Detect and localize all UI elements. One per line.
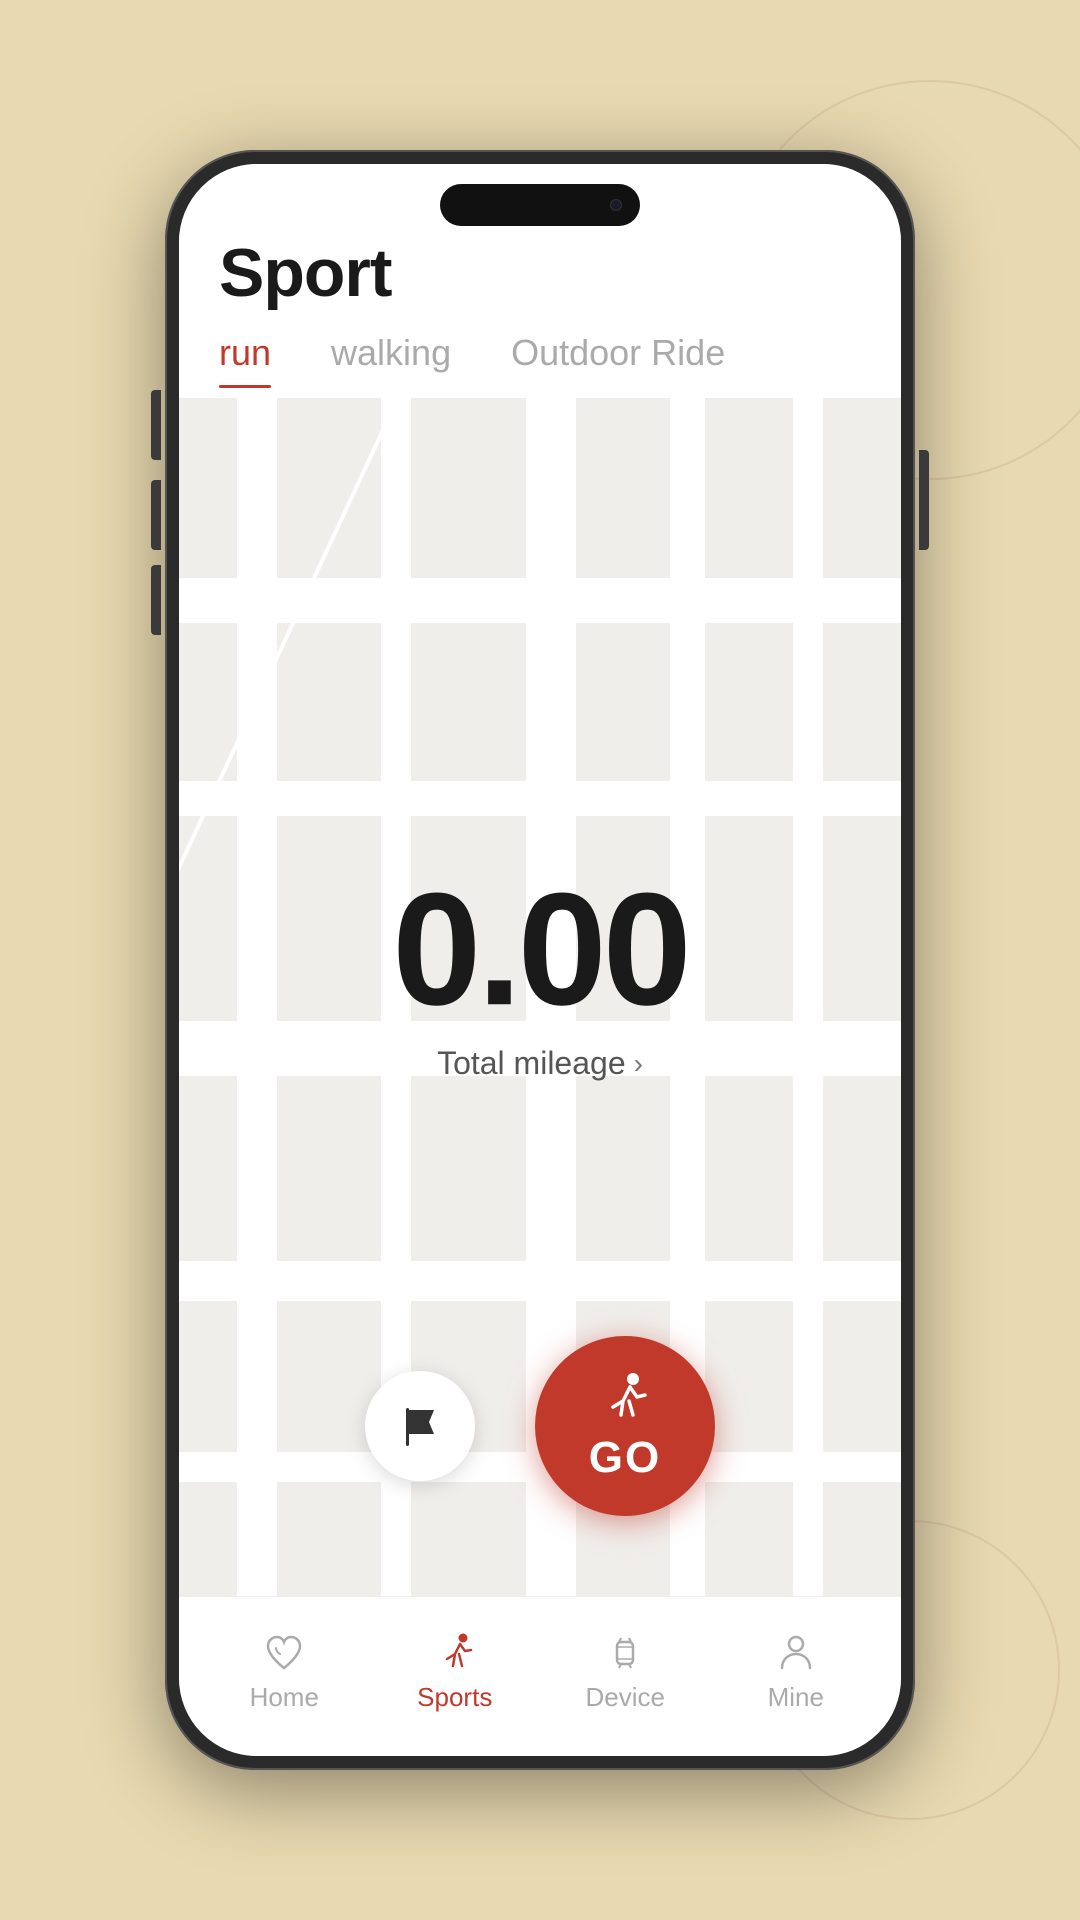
nav-item-device[interactable]: Device [565, 1630, 685, 1713]
tab-bar: run walking Outdoor Ride [179, 332, 901, 398]
action-buttons: GO [179, 1336, 901, 1516]
nav-label-sports: Sports [417, 1682, 492, 1713]
nav-item-mine[interactable]: Mine [736, 1630, 856, 1713]
tab-outdoor-ride[interactable]: Outdoor Ride [511, 332, 725, 388]
go-button[interactable]: GO [535, 1336, 715, 1516]
nav-label-home: Home [250, 1682, 319, 1713]
page-title: Sport [219, 234, 861, 312]
mileage-label[interactable]: Total mileage › [392, 1045, 687, 1082]
mileage-chevron-icon: › [634, 1048, 643, 1080]
person-icon [774, 1630, 818, 1674]
mileage-label-text: Total mileage [437, 1045, 626, 1082]
nav-item-home[interactable]: Home [224, 1630, 344, 1713]
sports-run-icon [433, 1630, 477, 1674]
flag-icon [394, 1400, 446, 1452]
watch-icon [603, 1630, 647, 1674]
heart-icon [262, 1630, 306, 1674]
dynamic-island [440, 184, 640, 226]
go-button-label: GO [589, 1433, 661, 1483]
tab-run[interactable]: run [219, 332, 271, 388]
bottom-nav: Home Sports [179, 1596, 901, 1756]
phone-shell: Sport run walking Outdoor Ride [165, 150, 915, 1770]
running-icon [595, 1369, 655, 1429]
nav-label-mine: Mine [768, 1682, 824, 1713]
road-diagonal [179, 398, 399, 1485]
tab-walking[interactable]: walking [331, 332, 451, 388]
mileage-overlay: 0.00 Total mileage › [392, 869, 687, 1082]
phone-screen: Sport run walking Outdoor Ride [179, 164, 901, 1756]
nav-item-sports[interactable]: Sports [395, 1630, 515, 1713]
camera-dot [610, 199, 622, 211]
flag-button[interactable] [365, 1371, 475, 1481]
map-container: 0.00 Total mileage › [179, 398, 901, 1596]
mileage-value: 0.00 [392, 869, 687, 1029]
nav-label-device: Device [586, 1682, 665, 1713]
